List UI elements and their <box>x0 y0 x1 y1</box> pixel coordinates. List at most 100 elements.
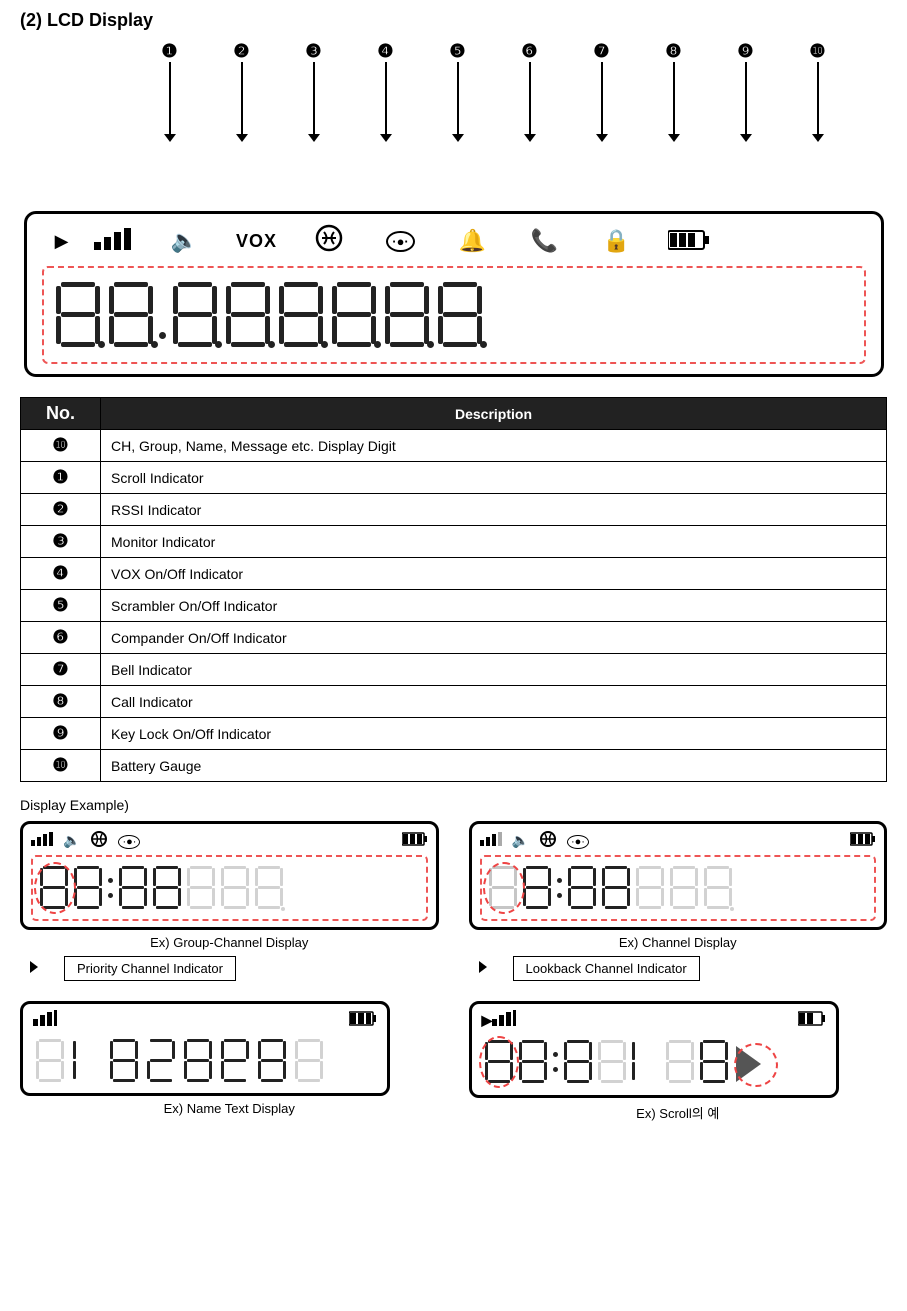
example4-digits-row <box>482 1035 826 1089</box>
compander-icon: ·●· <box>365 230 437 252</box>
example3-digits-row <box>33 1035 377 1087</box>
ex4-d3 <box>562 1039 594 1085</box>
table-row: ❻ Compander On/Off Indicator <box>21 622 887 654</box>
ex3-d8 <box>293 1038 325 1084</box>
row-desc-8: Call Indicator <box>101 686 887 718</box>
ex4-scroll-arrow-wrapper <box>736 1043 761 1082</box>
indicator-1: ❶ <box>161 41 177 61</box>
ex3-d2 <box>71 1038 103 1084</box>
ex3-d6 <box>219 1038 251 1084</box>
row-desc-4: VOX On/Off Indicator <box>101 558 887 590</box>
lcd-outer-box: ❿ ▶ 🔈 VOX <box>24 211 884 377</box>
lcd-icons-row: ▶ 🔈 VOX <box>42 224 866 258</box>
example2-digit3 <box>566 865 598 911</box>
row-no-7: ❼ <box>21 654 101 686</box>
table-row: ❶ Scroll Indicator <box>21 462 887 494</box>
table-row: ❸ Monitor Indicator <box>21 526 887 558</box>
examples-row-1: 🔈 ·●· <box>20 821 887 981</box>
row-desc-2: RSSI Indicator <box>101 494 887 526</box>
example2-label: Ex) Channel Display <box>469 935 888 950</box>
example1-digit7 <box>253 865 285 911</box>
description-table: No. Description ❿ CH, Group, Name, Messa… <box>20 397 887 782</box>
row-desc-6: Compander On/Off Indicator <box>101 622 887 654</box>
ex3-d5 <box>182 1038 214 1084</box>
table-row: ❺ Scrambler On/Off Indicator <box>21 590 887 622</box>
indicator-5: ❺ <box>449 41 465 61</box>
example2-lcd-box: 🔈 ·●· <box>469 821 888 930</box>
ex3-battery <box>349 1011 377 1030</box>
ex4-rssi <box>492 1010 516 1030</box>
digit-7 <box>382 280 432 350</box>
vox-icon: VOX <box>221 231 293 252</box>
ex1-battery <box>402 832 428 849</box>
battery-icon <box>653 229 725 254</box>
example1-digit5 <box>185 865 217 911</box>
digit-1 <box>53 280 103 350</box>
example1-label: Ex) Group-Channel Display <box>20 935 439 950</box>
row-no-5: ❺ <box>21 590 101 622</box>
keylock-icon: 🔒 <box>581 228 653 254</box>
digit-3 <box>170 280 220 350</box>
row-desc-1: Scroll Indicator <box>101 462 887 494</box>
ex3-d3 <box>108 1038 140 1084</box>
lcd-digits-area: // will render inline <box>42 266 866 364</box>
example1-arrow <box>30 961 38 973</box>
examples-title: Display Example) <box>20 797 887 813</box>
example1-digit4 <box>151 865 183 911</box>
ex4-d4 <box>596 1039 628 1085</box>
row-no-6: ❻ <box>21 622 101 654</box>
indicator-4: ❹ <box>377 41 393 61</box>
ex2-battery <box>850 832 876 849</box>
digit-2 <box>106 280 156 350</box>
table-row: ❿ Battery Gauge <box>21 750 887 782</box>
table-row: ❾ Key Lock On/Off Indicator <box>21 718 887 750</box>
ex4-d6 <box>664 1039 696 1085</box>
example1-digits <box>31 855 428 921</box>
ex4-d7 <box>698 1039 730 1085</box>
example-channel: 🔈 ·●· <box>469 821 888 981</box>
call-icon: 📞 <box>509 228 581 254</box>
row-desc-5: Scrambler On/Off Indicator <box>101 590 887 622</box>
ex1-scrambler <box>90 830 108 851</box>
example1-lcd-box: 🔈 ·●· <box>20 821 439 930</box>
ex4-d5 <box>630 1039 662 1085</box>
ex2-rssi <box>480 832 502 849</box>
ex1-rssi <box>31 832 53 849</box>
example2-digit1-wrapper <box>486 865 520 911</box>
example4-lcd-box: ▶ <box>469 1001 839 1098</box>
example2-digit2 <box>521 865 553 911</box>
example1-digit2 <box>72 865 104 911</box>
example2-icons: 🔈 ·●· <box>480 830 877 851</box>
ex4-d1-wrapper <box>482 1039 516 1085</box>
monitor-icon: 🔈 <box>149 228 221 254</box>
row-desc-3: Monitor Indicator <box>101 526 887 558</box>
row-no-10: ❿ <box>21 750 101 782</box>
table-header-no: No. <box>21 398 101 430</box>
example1-arrow-indicator: Priority Channel Indicator <box>30 952 236 981</box>
example3-icons <box>33 1010 377 1030</box>
example1-colon <box>105 861 116 915</box>
ex4-colon <box>550 1035 561 1089</box>
row-desc-7: Bell Indicator <box>101 654 887 686</box>
ex1-compander: ·●· <box>118 833 140 848</box>
lookback-channel-indicator: Lookback Channel Indicator <box>513 956 700 981</box>
example2-arrow <box>479 961 487 973</box>
ex4-scroll-play: ▶ <box>482 1012 493 1029</box>
example2-colon <box>554 861 565 915</box>
digit-6 <box>329 280 379 350</box>
table-row: ❹ VOX On/Off Indicator <box>21 558 887 590</box>
table-row: ❼ Bell Indicator <box>21 654 887 686</box>
row-desc-0: CH, Group, Name, Message etc. Display Di… <box>101 430 887 462</box>
example1-digit3 <box>117 865 149 911</box>
indicator-2: ❷ <box>233 41 249 61</box>
example-group-channel: 🔈 ·●· <box>20 821 439 981</box>
row-no-2: ❷ <box>21 494 101 526</box>
indicator-8: ❽ <box>665 41 681 61</box>
ex1-monitor: 🔈 <box>63 832 80 849</box>
ex3-d1 <box>34 1038 66 1084</box>
ex3-d4 <box>145 1038 177 1084</box>
lcd-diagram: ❶ ❷ ❸ ❹ ❺ <box>24 41 884 377</box>
row-no-8: ❽ <box>21 686 101 718</box>
example3-label: Ex) Name Text Display <box>20 1101 439 1116</box>
digit-4 <box>223 280 273 350</box>
